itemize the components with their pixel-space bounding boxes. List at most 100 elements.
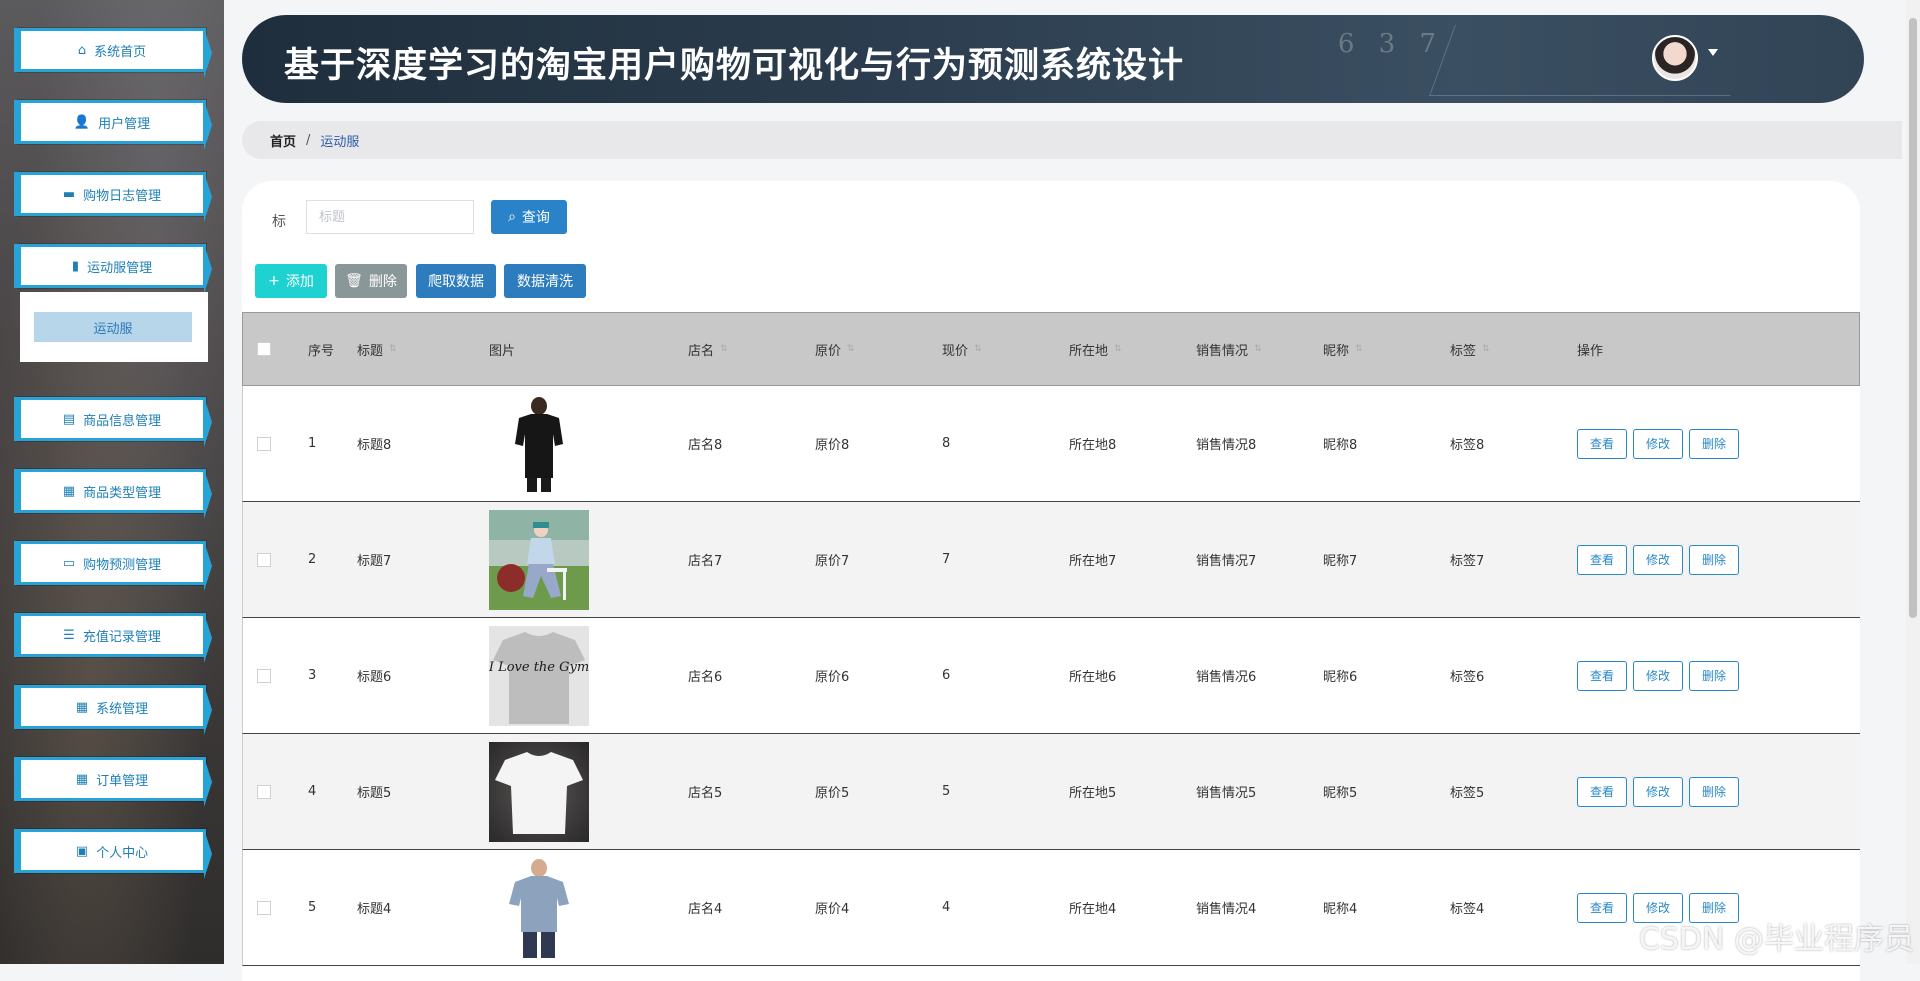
add-button[interactable]: + 添加 bbox=[255, 264, 327, 298]
cell-original-price: 原价7 bbox=[815, 554, 850, 569]
cell-shop: 店名8 bbox=[688, 438, 723, 453]
header-no: 序号 bbox=[308, 343, 335, 359]
view-button[interactable]: 查看 bbox=[1577, 544, 1627, 575]
cell-title: 标题4 bbox=[357, 902, 392, 917]
header-title[interactable]: 标题 ⇅ bbox=[357, 340, 397, 359]
select-all-checkbox[interactable] bbox=[257, 342, 271, 356]
sidebar-item-home[interactable]: ⌂ 系统首页 bbox=[14, 28, 212, 78]
breadcrumb-current: 运动服 bbox=[320, 134, 360, 150]
cell-nickname: 昵称5 bbox=[1323, 786, 1358, 801]
header-sales[interactable]: 销售情况 ⇅ bbox=[1196, 340, 1262, 359]
search-button-label: 查询 bbox=[521, 210, 550, 226]
sidebar-item-sportswear[interactable]: ▮ 运动服管理 bbox=[14, 244, 212, 294]
page-scrollbar[interactable] bbox=[1906, 0, 1920, 964]
sidebar-item-label: 用户管理 bbox=[98, 116, 151, 132]
cell-sales: 销售情况5 bbox=[1196, 786, 1257, 801]
header-banner: 6 3 7 基于深度学习的淘宝用户购物可视化与行为预测系统设计 bbox=[242, 15, 1864, 103]
table-row: 4 标题5 店名5 原价5 5 所在地5 销售情况5 昵称5 标签5 查看 修改… bbox=[242, 734, 1860, 850]
cell-location: 所在地7 bbox=[1069, 554, 1117, 569]
cell-price: 8 bbox=[942, 436, 951, 451]
chevron-down-icon[interactable] bbox=[1708, 49, 1718, 56]
sidebar-item-prediction[interactable]: ▭ 购物预测管理 bbox=[14, 541, 212, 591]
delete-button[interactable]: 🗑 删除 bbox=[335, 264, 407, 298]
breadcrumb-home[interactable]: 首页 bbox=[270, 131, 296, 150]
grid-icon: ▦ bbox=[62, 483, 76, 499]
cell-no: 4 bbox=[308, 784, 317, 799]
sidebar-item-recharge[interactable]: ☰ 充值记录管理 bbox=[14, 613, 212, 663]
sidebar-item-product-type[interactable]: ▦ 商品类型管理 bbox=[14, 469, 212, 519]
sort-icon: ⇅ bbox=[1482, 344, 1490, 354]
row-delete-button[interactable]: 删除 bbox=[1689, 428, 1739, 459]
sort-icon: ⇅ bbox=[1254, 344, 1262, 354]
header-shop[interactable]: 店名 ⇅ bbox=[688, 340, 728, 359]
edit-button[interactable]: 修改 bbox=[1633, 428, 1683, 459]
row-delete-button[interactable]: 删除 bbox=[1689, 660, 1739, 691]
cell-tag: 标签5 bbox=[1450, 786, 1485, 801]
header-original-price[interactable]: 原价 ⇅ bbox=[815, 340, 855, 359]
header-price[interactable]: 现价 ⇅ bbox=[942, 340, 982, 359]
cell-tag: 标签6 bbox=[1450, 670, 1485, 685]
header-actions: 操作 bbox=[1577, 343, 1604, 359]
sidebar-item-product-info[interactable]: ▤ 商品信息管理 bbox=[14, 397, 212, 447]
row-checkbox[interactable] bbox=[257, 784, 271, 799]
cell-sales: 销售情况6 bbox=[1196, 670, 1257, 685]
row-checkbox[interactable] bbox=[257, 552, 271, 567]
sidebar-item-shopping-log[interactable]: ▬ 购物日志管理 bbox=[14, 172, 212, 222]
cell-shop: 店名5 bbox=[688, 786, 723, 801]
sidebar-item-orders[interactable]: ▦ 订单管理 bbox=[14, 757, 212, 807]
home-icon: ⌂ bbox=[77, 42, 87, 58]
breadcrumb: 首页 / 运动服 bbox=[242, 121, 1902, 159]
sidebar-item-label: 订单管理 bbox=[96, 773, 149, 789]
cell-sales: 销售情况8 bbox=[1196, 438, 1257, 453]
cell-title: 标题7 bbox=[357, 554, 392, 569]
chart-icon: ▮ bbox=[71, 258, 80, 274]
row-checkbox[interactable] bbox=[257, 668, 271, 683]
sidebar-item-system[interactable]: ▦ 系统管理 bbox=[14, 685, 212, 735]
row-checkbox[interactable] bbox=[257, 436, 271, 451]
edit-button[interactable]: 修改 bbox=[1633, 544, 1683, 575]
edit-button[interactable]: 修改 bbox=[1633, 776, 1683, 807]
cell-price: 4 bbox=[942, 900, 951, 915]
view-button[interactable]: 查看 bbox=[1577, 660, 1627, 691]
edit-button[interactable]: 修改 bbox=[1633, 660, 1683, 691]
crawl-data-button[interactable]: 爬取数据 bbox=[416, 264, 496, 298]
row-delete-button[interactable]: 删除 bbox=[1689, 776, 1739, 807]
header-title-label: 标题 bbox=[357, 343, 384, 359]
sidebar-item-label: 购物预测管理 bbox=[83, 557, 162, 573]
sidebar-item-users[interactable]: 👤 用户管理 bbox=[14, 100, 212, 150]
clean-data-button[interactable]: 数据清洗 bbox=[504, 264, 586, 298]
header-decoration bbox=[1429, 25, 1756, 96]
row-checkbox[interactable] bbox=[257, 900, 271, 915]
watermark: CSDN @毕业程序员 bbox=[1638, 922, 1914, 957]
avatar[interactable] bbox=[1652, 35, 1698, 81]
header-location[interactable]: 所在地 ⇅ bbox=[1069, 340, 1122, 359]
sort-icon: ⇅ bbox=[1114, 344, 1122, 354]
search-input[interactable] bbox=[306, 200, 474, 234]
sliders-icon: ☰ bbox=[63, 627, 75, 643]
cell-price: 5 bbox=[942, 784, 951, 799]
cell-no: 3 bbox=[308, 668, 317, 683]
row-delete-button[interactable]: 删除 bbox=[1689, 544, 1739, 575]
search-button[interactable]: ⌕ 查询 bbox=[491, 200, 567, 234]
view-button[interactable]: 查看 bbox=[1577, 428, 1627, 459]
chat-icon: ▭ bbox=[62, 555, 76, 571]
cell-original-price: 原价6 bbox=[815, 670, 850, 685]
submenu-item-sportswear[interactable]: 运动服 bbox=[34, 312, 192, 342]
table-row: 1 标题8 店名8 原价8 8 所在地8 销售情况8 昵称8 标签8 查看 修改… bbox=[242, 386, 1860, 502]
cell-nickname: 昵称7 bbox=[1323, 554, 1358, 569]
cell-location: 所在地5 bbox=[1069, 786, 1117, 801]
card-icon: ▣ bbox=[75, 843, 89, 859]
scrollbar-thumb[interactable] bbox=[1909, 18, 1917, 618]
header-nickname[interactable]: 昵称 ⇅ bbox=[1323, 340, 1363, 359]
product-image-gray-tshirt-print: I Love the Gym bbox=[489, 625, 589, 726]
table-row: 3 标题6 I Love the Gym 店名6 原价6 6 所在地6 销售情况… bbox=[242, 618, 1860, 734]
sort-icon: ⇅ bbox=[847, 344, 855, 354]
header-tag[interactable]: 标签 ⇅ bbox=[1450, 340, 1490, 359]
sidebar-item-profile[interactable]: ▣ 个人中心 bbox=[14, 829, 212, 879]
view-button[interactable]: 查看 bbox=[1577, 892, 1627, 923]
cell-sales: 销售情况4 bbox=[1196, 902, 1257, 917]
tshirt-print-text: I Love the Gym bbox=[489, 660, 589, 675]
cell-original-price: 原价5 bbox=[815, 786, 850, 801]
view-button[interactable]: 查看 bbox=[1577, 776, 1627, 807]
clipboard-icon: ▤ bbox=[62, 411, 76, 427]
